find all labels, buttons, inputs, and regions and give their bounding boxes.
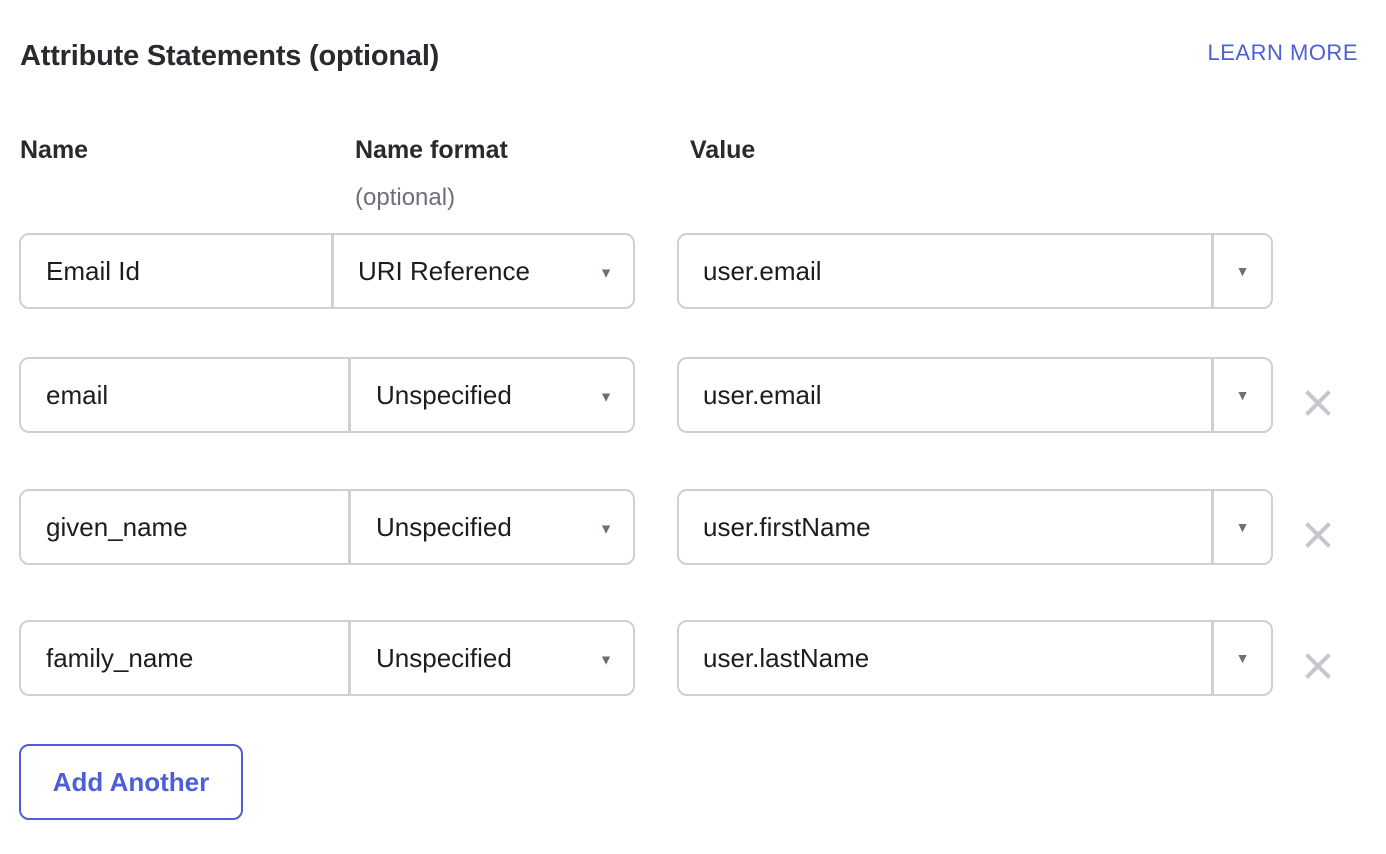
name-format-group: Unspecified ▼ [19, 620, 635, 696]
attribute-value-input[interactable] [679, 359, 1211, 431]
remove-row-button[interactable] [1300, 648, 1336, 684]
value-group: ▼ [677, 489, 1273, 565]
attribute-name-input[interactable] [21, 359, 351, 431]
attribute-row: Unspecified ▼ ▼ [0, 620, 1386, 696]
attribute-row: Unspecified ▼ ▼ [0, 357, 1386, 433]
value-dropdown-toggle[interactable]: ▼ [1211, 491, 1271, 563]
value-dropdown-toggle[interactable]: ▼ [1211, 359, 1271, 431]
caret-down-icon: ▼ [1235, 519, 1250, 535]
name-format-value: Unspecified [376, 379, 512, 410]
caret-down-icon: ▼ [599, 651, 613, 668]
name-format-group: Unspecified ▼ [19, 357, 635, 433]
attribute-row: URI Reference ▼ ▼ [0, 233, 1386, 309]
column-header-name: Name [20, 136, 89, 164]
column-header-name-format: Name format [355, 136, 508, 164]
attribute-name-input[interactable] [21, 491, 351, 563]
name-format-select[interactable]: Unspecified ▼ [351, 491, 633, 563]
value-group: ▼ [677, 357, 1273, 433]
name-format-select[interactable]: URI Reference ▼ [334, 235, 633, 307]
attribute-name-input[interactable] [21, 622, 351, 694]
attribute-value-input[interactable] [679, 235, 1211, 307]
attribute-value-input[interactable] [679, 622, 1211, 694]
close-icon [1305, 653, 1331, 679]
value-group: ▼ [677, 620, 1273, 696]
name-format-value: Unspecified [376, 511, 512, 542]
remove-row-button[interactable] [1300, 385, 1336, 421]
caret-down-icon: ▼ [599, 388, 613, 405]
attribute-row: Unspecified ▼ ▼ [0, 489, 1386, 565]
name-format-value: Unspecified [376, 642, 512, 673]
caret-down-icon: ▼ [599, 264, 613, 281]
name-format-group: URI Reference ▼ [19, 233, 635, 309]
add-another-button[interactable]: Add Another [19, 744, 243, 820]
column-header-value: Value [690, 136, 756, 164]
caret-down-icon: ▼ [1235, 650, 1250, 666]
attribute-value-input[interactable] [679, 491, 1211, 563]
caret-down-icon: ▼ [1235, 387, 1250, 403]
close-icon [1305, 390, 1331, 416]
value-dropdown-toggle[interactable]: ▼ [1211, 235, 1271, 307]
remove-row-button[interactable] [1300, 517, 1336, 553]
value-group: ▼ [677, 233, 1273, 309]
close-icon [1305, 522, 1331, 548]
name-format-select[interactable]: Unspecified ▼ [351, 359, 633, 431]
caret-down-icon: ▼ [1235, 263, 1250, 279]
attribute-name-input[interactable] [21, 235, 334, 307]
value-dropdown-toggle[interactable]: ▼ [1211, 622, 1271, 694]
section-title: Attribute Statements (optional) [20, 40, 440, 72]
column-header-name-format-optional: (optional) [355, 184, 456, 211]
name-format-value: URI Reference [358, 255, 530, 286]
learn-more-link[interactable]: LEARN MORE [1208, 40, 1358, 66]
name-format-select[interactable]: Unspecified ▼ [351, 622, 633, 694]
name-format-group: Unspecified ▼ [19, 489, 635, 565]
caret-down-icon: ▼ [599, 520, 613, 537]
